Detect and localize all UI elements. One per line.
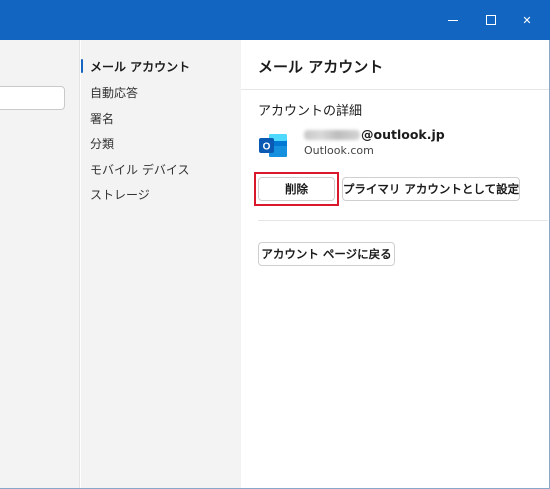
- minimize-icon: [448, 19, 458, 21]
- content-pane: メール アカウント アカウントの詳細 O @outlook.jp Outlook…: [241, 40, 549, 488]
- maximize-button[interactable]: [474, 0, 508, 40]
- nav-item-mobile-devices[interactable]: モバイル デバイス: [90, 161, 189, 178]
- nav-item-signature[interactable]: 署名: [90, 110, 114, 127]
- page-title: メール アカウント: [258, 58, 384, 76]
- left-pane: [0, 40, 80, 489]
- email-username-redacted: [304, 129, 360, 140]
- account-provider: Outlook.com: [304, 144, 374, 157]
- section-divider: [258, 220, 548, 221]
- outlook-logo-icon: O: [259, 134, 287, 157]
- account-details-heading: アカウントの詳細: [258, 104, 363, 119]
- nav-item-categories[interactable]: 分類: [90, 135, 114, 152]
- account-email: @outlook.jp: [304, 127, 445, 142]
- delete-button[interactable]: 削除: [258, 177, 335, 201]
- minimize-button[interactable]: [436, 0, 470, 40]
- outlook-logo-letter: O: [263, 142, 271, 153]
- nav-item-storage[interactable]: ストレージ: [90, 186, 150, 203]
- nav-item-mail-accounts[interactable]: メール アカウント: [90, 58, 190, 75]
- close-icon: ✕: [522, 13, 532, 27]
- close-button[interactable]: ✕: [510, 0, 544, 40]
- email-domain: @outlook.jp: [361, 127, 445, 142]
- nav-selection-indicator: [81, 59, 83, 73]
- title-divider: [241, 89, 549, 90]
- back-to-accounts-button[interactable]: アカウント ページに戻る: [258, 242, 395, 266]
- settings-nav: メール アカウント 自動応答 署名 分類 モバイル デバイス ストレージ: [81, 40, 241, 489]
- title-bar: ✕: [0, 0, 550, 40]
- nav-item-auto-reply[interactable]: 自動応答: [90, 84, 138, 101]
- maximize-icon: [486, 15, 496, 25]
- set-primary-account-button[interactable]: プライマリ アカウントとして設定: [342, 177, 520, 201]
- search-input[interactable]: [0, 86, 65, 110]
